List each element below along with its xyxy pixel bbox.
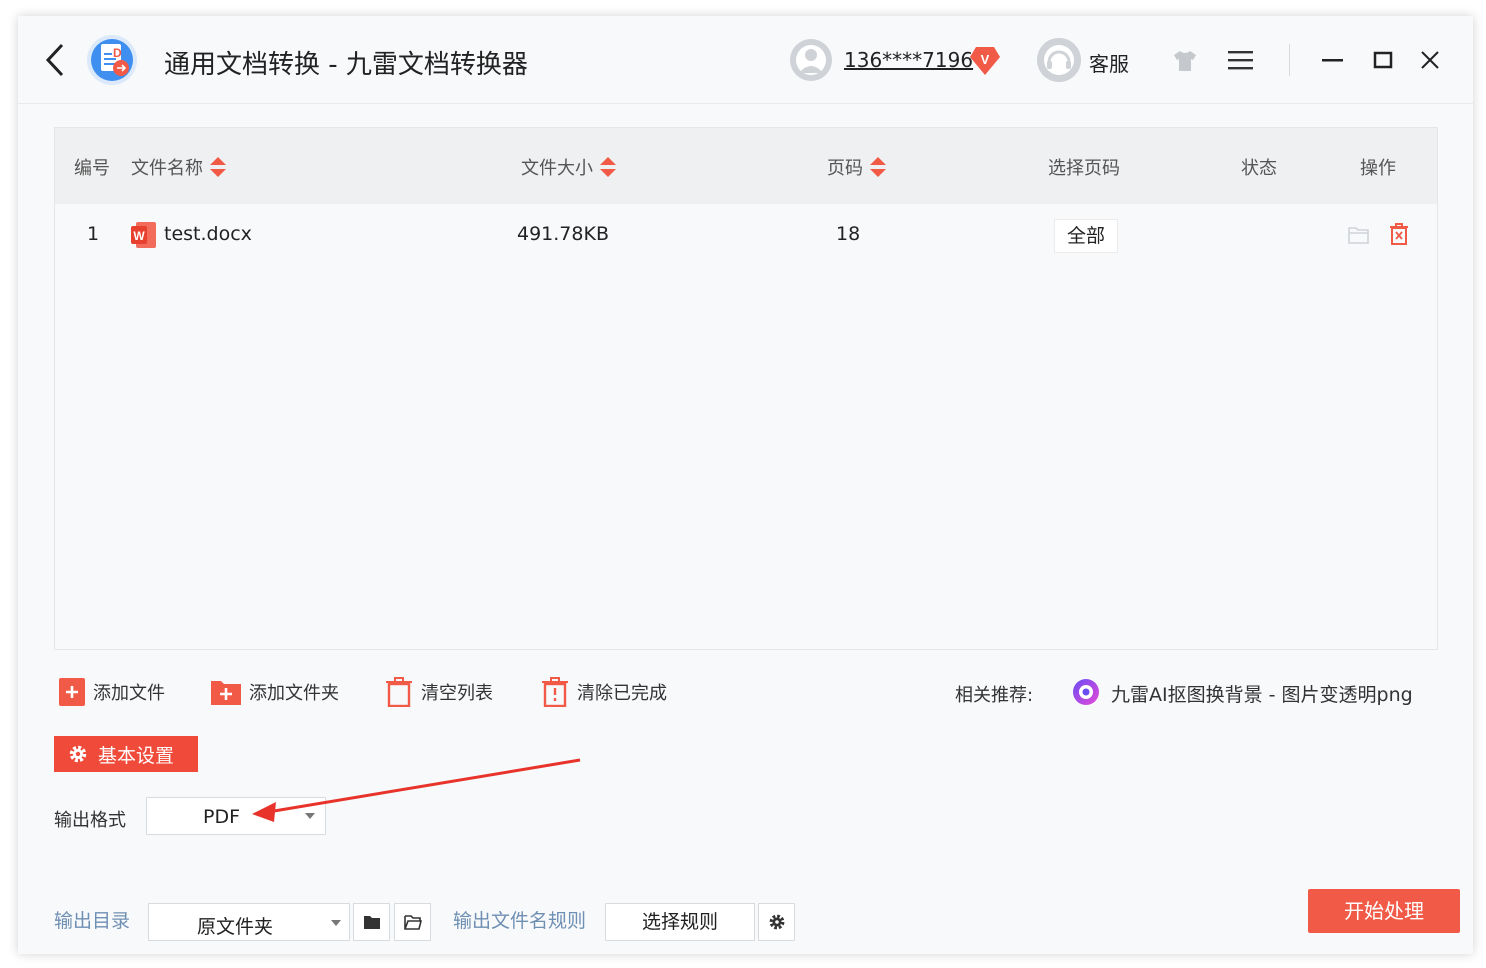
column-header-name-label: 文件名称 [131, 158, 203, 179]
recommend-label: 相关推荐: [955, 685, 1034, 706]
open-output-folder-button[interactable] [394, 903, 431, 941]
column-header-pages-label: 页码 [827, 158, 863, 179]
row-file-name: test.docx [164, 223, 252, 245]
output-dir-select[interactable]: 原文件夹 [148, 903, 350, 941]
recommend-app-icon[interactable] [1072, 678, 1100, 706]
title-bar: D 通用文档转换 - 九雷文档转换器 136****7196 V 客服 [18, 16, 1473, 104]
add-folder-label: 添加文件夹 [249, 683, 339, 704]
close-icon[interactable] [1418, 48, 1442, 72]
start-processing-button[interactable]: 开始处理 [1308, 889, 1460, 933]
delete-row-icon[interactable] [1388, 222, 1410, 246]
gear-icon [69, 745, 87, 763]
add-folder-button[interactable]: 添加文件夹 [211, 676, 339, 708]
trash-icon [386, 677, 412, 707]
svg-text:D: D [113, 46, 122, 60]
add-folder-icon [211, 681, 241, 705]
app-logo-icon: D [86, 34, 138, 86]
trash-icon [542, 677, 568, 707]
customer-service-label[interactable]: 客服 [1089, 48, 1129, 77]
folder-icon [363, 916, 380, 929]
recommend-link[interactable]: 九雷AI抠图换背景 - 图片变透明png [1111, 680, 1411, 707]
output-format-label: 输出格式 [54, 810, 126, 831]
clear-list-button[interactable]: 清空列表 [385, 676, 493, 708]
user-name-link[interactable]: 136****7196 [844, 48, 973, 72]
chevron-down-icon [331, 920, 341, 926]
titlebar-divider [1289, 44, 1290, 76]
select-rule-button[interactable]: 选择规则 [605, 903, 755, 941]
column-header-name[interactable]: 文件名称 [131, 154, 227, 180]
file-list-panel: 编号 文件名称 文件大小 页码 选择页码 状态 操作 1 W test.docx… [54, 127, 1438, 650]
user-avatar-icon[interactable] [790, 39, 832, 81]
basic-settings-tab[interactable]: 基本设置 [54, 736, 198, 772]
chevron-down-icon [305, 813, 315, 819]
sort-icon[interactable] [869, 155, 887, 179]
app-title: 通用文档转换 - 九雷文档转换器 [164, 50, 528, 80]
column-header-size[interactable]: 文件大小 [521, 154, 617, 180]
basic-settings-label: 基本设置 [98, 744, 175, 767]
output-format-value: PDF [203, 806, 241, 828]
hamburger-menu-icon[interactable] [1227, 49, 1255, 71]
table-row[interactable]: 1 W test.docx 491.78KB 18 全部 [55, 204, 1437, 266]
row-file-size: 491.78KB [517, 223, 609, 245]
minimize-icon[interactable] [1320, 48, 1346, 72]
app-window: D 通用文档转换 - 九雷文档转换器 136****7196 V 客服 编号 文… [18, 16, 1473, 954]
column-header-select-pages: 选择页码 [1048, 158, 1120, 179]
gear-icon [769, 914, 784, 930]
headset-avatar-icon[interactable] [1037, 38, 1081, 82]
column-header-actions: 操作 [1360, 158, 1396, 179]
shirt-skin-icon[interactable] [1170, 48, 1200, 74]
open-folder-icon[interactable] [1348, 225, 1370, 245]
clear-completed-button[interactable]: 清除已完成 [541, 676, 667, 708]
output-dir-label: 输出目录 [54, 910, 131, 932]
vip-badge-icon[interactable]: V [968, 44, 1002, 76]
output-format-select[interactable]: PDF [146, 797, 326, 835]
column-header-index: 编号 [74, 158, 110, 179]
sort-icon[interactable] [209, 155, 227, 179]
back-arrow-icon[interactable] [42, 42, 70, 78]
add-file-icon [59, 678, 85, 706]
add-file-label: 添加文件 [93, 683, 165, 704]
maximize-icon[interactable] [1371, 48, 1397, 72]
vip-badge-label: V [981, 52, 990, 67]
browse-folder-button[interactable] [353, 903, 390, 941]
clear-completed-label: 清除已完成 [577, 683, 667, 704]
open-folder-icon [403, 915, 422, 930]
column-header-size-label: 文件大小 [521, 158, 593, 179]
sort-icon[interactable] [599, 155, 617, 179]
column-header-status: 状态 [1241, 158, 1277, 179]
column-header-pages[interactable]: 页码 [827, 154, 887, 180]
select-pages-button[interactable]: 全部 [1054, 219, 1118, 253]
row-page-count: 18 [836, 223, 861, 245]
table-header: 编号 文件名称 文件大小 页码 选择页码 状态 操作 [55, 128, 1437, 204]
row-index: 1 [87, 223, 100, 245]
output-dir-value: 原文件夹 [197, 916, 274, 938]
rule-settings-button[interactable] [758, 903, 795, 941]
word-file-icon: W [131, 221, 157, 249]
filename-rule-label: 输出文件名规则 [453, 910, 587, 932]
svg-text:W: W [133, 229, 145, 243]
add-file-button[interactable]: 添加文件 [59, 676, 165, 708]
clear-list-label: 清空列表 [421, 683, 493, 704]
